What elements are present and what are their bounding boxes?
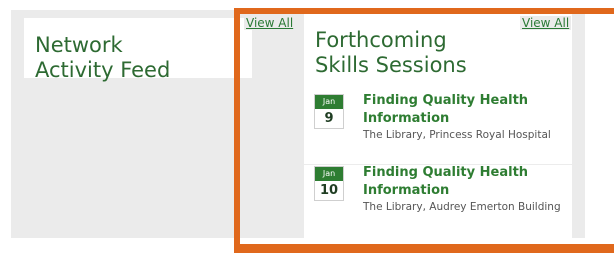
skills-sessions-title: Forthcoming Skills Sessions [315,28,515,78]
date-day: 10 [319,183,339,198]
date-month: Jan [315,95,343,109]
session-location: The Library, Audrey Emerton Building [363,201,561,213]
network-activity-title-line2: Activity Feed [35,58,171,82]
page: Network Activity Feed View All Forthcomi… [0,0,614,253]
date-day: 9 [324,111,334,126]
skills-sessions-title-line2: Skills Sessions [315,53,467,77]
session-title-link[interactable]: Finding Quality Health Information [363,164,563,200]
session-list-item[interactable]: Jan 10 Finding Quality Health Informatio… [304,164,572,238]
date-badge: Jan 10 [314,166,344,201]
skills-sessions-title-line1: Forthcoming [315,28,447,52]
skills-view-all-link[interactable]: View All [520,16,572,30]
session-location: The Library, Princess Royal Hospital [363,129,551,141]
network-view-all-link[interactable]: View All [244,16,296,30]
date-badge: Jan 9 [314,94,344,129]
skills-sessions-card: Forthcoming Skills Sessions Jan 9 Findin… [304,14,572,238]
session-title-link[interactable]: Finding Quality Health Information [363,92,563,128]
network-activity-title-line1: Network [35,33,123,57]
date-month: Jan [315,167,343,181]
session-list-item[interactable]: Jan 9 Finding Quality Health Information… [304,92,572,165]
